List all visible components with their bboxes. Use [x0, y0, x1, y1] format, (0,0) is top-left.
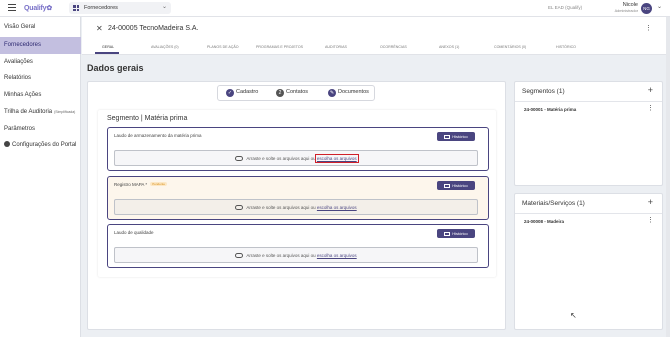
step-documentos[interactable]: ✎ Documentos: [328, 89, 369, 97]
tab-avaliacoes[interactable]: AVALIAÇÕES (0): [151, 45, 179, 49]
active-tab-indicator: [95, 52, 119, 54]
close-icon[interactable]: ✕: [96, 24, 103, 33]
tab-planos-acao[interactable]: PLANOS DE AÇÃO: [207, 45, 239, 49]
step-contatos[interactable]: 2 Contatos: [276, 89, 308, 97]
gear-icon: [4, 141, 10, 147]
drop-zone-text: Arraste e solte os arquivos aqui ou: [246, 156, 316, 161]
history-icon: [444, 183, 451, 188]
avatar[interactable]: NG: [641, 3, 652, 14]
materials-panel-title: Materiais/Serviços (1): [522, 200, 585, 207]
choose-files-link[interactable]: escolha os arquivos: [317, 253, 357, 258]
sidebar: Visão Geral Fornecedores Avaliações Rela…: [0, 17, 81, 337]
choose-files-link[interactable]: escolha os arquivos: [317, 205, 357, 210]
divider: [515, 101, 662, 102]
step-selector: ✓ Cadastro 2 Contatos ✎ Documentos: [217, 85, 375, 101]
tab-historico[interactable]: HISTÓRICO: [556, 45, 576, 49]
cloud-upload-icon: [235, 205, 244, 210]
sidebar-item-parametros[interactable]: Parâmetros: [0, 121, 81, 138]
section-title: Dados gerais: [87, 63, 144, 73]
tab-auditorias[interactable]: AUDITORIAS: [325, 45, 347, 49]
number-2-icon: 2: [276, 89, 284, 97]
sidebar-item-configuracoes[interactable]: Configurações do Portal: [0, 137, 81, 154]
document-label: Laudo de qualidade: [114, 230, 154, 235]
user-name: Nicole: [622, 2, 638, 8]
sidebar-item-avaliacoes[interactable]: Avaliações: [0, 54, 81, 71]
more-options-icon[interactable]: ⋮: [645, 24, 652, 32]
document-item: Laudo de qualidade Histórico Arraste e s…: [107, 224, 489, 268]
history-button[interactable]: Histórico: [437, 132, 475, 141]
drop-zone-text: Arraste e solte os arquivos aqui ou: [246, 253, 316, 258]
history-icon: [444, 134, 451, 139]
history-icon: [444, 231, 451, 236]
step-cadastro[interactable]: ✓ Cadastro: [226, 89, 258, 97]
tab-anexos[interactable]: ANEXOS (1): [439, 45, 459, 49]
materials-panel: Materiais/Serviços (1) + 24-00008 - Made…: [514, 193, 663, 330]
mouse-cursor-icon: ↖: [570, 311, 577, 320]
drop-zone-text: Arraste e solte os arquivos aqui ou: [246, 205, 316, 210]
document-label: Registro MAPA * Pendente: [114, 182, 168, 187]
cloud-upload-icon: [235, 156, 244, 161]
pending-badge: Pendente: [150, 182, 168, 186]
divider: [515, 213, 662, 214]
tab-geral[interactable]: GERAL: [102, 45, 114, 49]
file-drop-zone[interactable]: Arraste e solte os arquivos aqui ou esco…: [114, 247, 478, 263]
scrollbar[interactable]: [666, 17, 670, 337]
logo[interactable]: Qualify✿: [24, 3, 52, 12]
sidebar-item-trilha-auditoria[interactable]: Trilha de Auditoria (Simplificada): [0, 104, 81, 121]
tab-comentarios[interactable]: COMENTÁRIOS (0): [494, 45, 526, 49]
grid-icon: [73, 5, 79, 11]
segments-panel: Segmentos (1) + 24-00001 - Matéria prima…: [514, 81, 663, 186]
history-button[interactable]: Histórico: [437, 181, 475, 190]
cloud-upload-icon: [235, 253, 244, 258]
top-bar: Qualify✿ Fornecedores ⌄ EL EAD (Qualify)…: [0, 0, 670, 17]
material-list-item: 24-00008 - Madeira: [524, 219, 565, 224]
file-drop-zone[interactable]: Arraste e solte os arquivos aqui ou esco…: [114, 150, 478, 166]
simplified-badge: (Simplificada): [54, 110, 76, 114]
page-title: 24-00005 TecnoMadeira S.A.: [108, 25, 199, 32]
sidebar-item-fornecedores[interactable]: Fornecedores: [0, 37, 81, 54]
sidebar-item-visao-geral[interactable]: Visão Geral: [0, 19, 81, 36]
tab-ocorrencias[interactable]: OCORRÊNCIAS: [380, 45, 407, 49]
file-drop-zone[interactable]: Arraste e solte os arquivos aqui ou esco…: [114, 199, 478, 215]
more-options-icon[interactable]: ⋮: [647, 104, 654, 112]
user-role: Administrador: [614, 9, 638, 13]
add-material-button[interactable]: +: [648, 197, 653, 207]
tab-bar: GERAL AVALIAÇÕES (0) PLANOS DE AÇÃO PROG…: [82, 43, 670, 55]
module-select[interactable]: Fornecedores ⌄: [69, 2, 171, 14]
company-name: EL EAD (Qualify): [548, 5, 583, 10]
add-segment-button[interactable]: +: [648, 85, 653, 95]
choose-files-link[interactable]: escolha os arquivos: [314, 154, 359, 163]
pencil-circle-icon: ✎: [328, 89, 336, 97]
chevron-down-icon: ⌄: [161, 4, 167, 10]
segments-panel-title: Segmentos (1): [522, 88, 565, 95]
check-circle-icon: ✓: [226, 89, 234, 97]
document-item: Registro MAPA * Pendente Histórico Arrast…: [107, 176, 489, 220]
document-label: Laudo de armazenamento da matéria prima: [114, 133, 202, 138]
sidebar-item-relatorios[interactable]: Relatórios: [0, 70, 81, 87]
tab-programas-projetos[interactable]: PROGRAMAS E PROJETOS: [256, 45, 303, 49]
segment-list-item: 24-00001 - Matéria prima: [524, 107, 577, 112]
page-header: ✕ 24-00005 TecnoMadeira S.A. ⋮ GERAL AVA…: [82, 17, 670, 55]
more-options-icon[interactable]: ⋮: [647, 216, 654, 224]
menu-icon[interactable]: [8, 4, 16, 12]
user-menu-chevron-icon[interactable]: ⌄: [657, 3, 662, 10]
segment-card-title: Segmento | Matéria prima: [107, 115, 188, 122]
document-item: Laudo de armazenamento da matéria prima …: [107, 127, 489, 171]
sidebar-item-minhas-acoes[interactable]: Minhas Ações: [0, 87, 81, 104]
module-select-label: Fornecedores: [84, 4, 118, 11]
history-button[interactable]: Histórico: [437, 229, 475, 238]
